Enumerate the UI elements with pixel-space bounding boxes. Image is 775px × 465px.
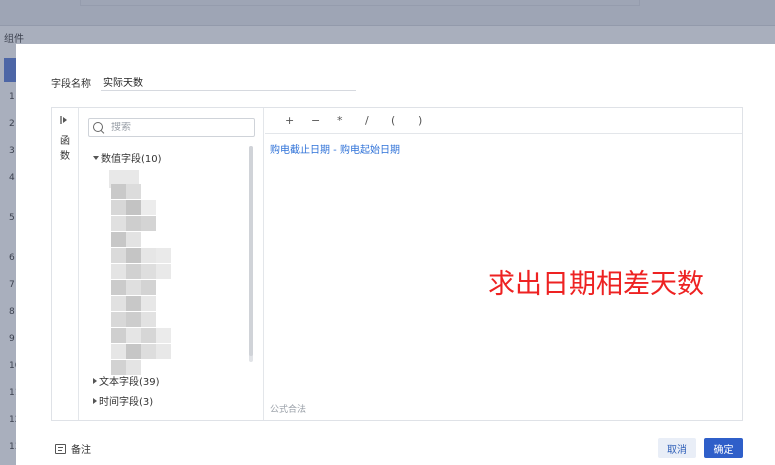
note-button[interactable]: 备注 (55, 441, 91, 456)
note-icon (55, 443, 66, 454)
operator-open-paren-button[interactable]: ( (391, 114, 395, 127)
cancel-button[interactable]: 取消 (658, 438, 696, 458)
operator-plus-button[interactable]: + (285, 114, 294, 127)
field-list-scroll-thumb[interactable] (249, 146, 253, 356)
group-numeric-fields[interactable]: 数值字段(10) (93, 150, 162, 165)
search-input[interactable] (111, 122, 251, 133)
field-name-label: 字段名称 (51, 78, 91, 90)
fields-panel: 数值字段(10) (79, 108, 264, 420)
group-time-fields[interactable]: 时间字段(3) (93, 393, 153, 408)
row-number: 1 (9, 92, 15, 102)
caret-right-icon (93, 377, 97, 384)
operator-bar: + − * / ( ) (265, 108, 742, 134)
functions-tab-label: 函数 (60, 136, 70, 162)
group-label: 数值字段(10) (101, 154, 162, 165)
row-number: 7 (9, 280, 15, 290)
formula-status: 公式合法 (270, 405, 307, 415)
confirm-button[interactable]: 确定 (704, 438, 743, 458)
group-label: 时间字段(3) (99, 397, 154, 408)
field-name-input[interactable] (101, 73, 356, 91)
field-name-row: 字段名称 (51, 73, 356, 91)
formula-expression[interactable]: 购电截止日期 - 购电起始日期 (270, 141, 400, 156)
obscured-field-list (109, 170, 189, 376)
formula-editor: 函数 数值字段(10) (51, 107, 743, 421)
row-number: 9 (9, 334, 15, 344)
row-number: 5 (9, 213, 15, 223)
group-label: 文本字段(39) (99, 377, 160, 388)
expand-right-icon (60, 115, 70, 125)
background-topbar-frame (80, 0, 640, 6)
formula-dialog: 字段名称 函数 数值字段(10) (16, 44, 775, 465)
row-number: 2 (9, 119, 15, 129)
formula-panel: + − * / ( ) 购电截止日期 - 购电起始日期 求出日期相差天数 公式合… (265, 108, 742, 420)
row-number: 6 (9, 253, 15, 263)
note-label: 备注 (71, 445, 91, 456)
operator-close-paren-button[interactable]: ) (418, 114, 422, 127)
annotation-text: 求出日期相差天数 (488, 269, 704, 300)
operator-divide-button[interactable]: / (365, 114, 369, 127)
row-number: 4 (9, 173, 15, 183)
row-number: 3 (9, 146, 15, 156)
operator-minus-button[interactable]: − (311, 114, 320, 127)
background-topbar (0, 0, 775, 26)
search-icon (93, 121, 105, 134)
field-search (88, 118, 255, 137)
caret-right-icon (93, 397, 97, 404)
group-text-fields[interactable]: 文本字段(39) (93, 373, 160, 388)
operator-multiply-button[interactable]: * (337, 114, 343, 127)
caret-down-icon (93, 155, 99, 160)
background-active-tab (4, 58, 16, 82)
background-section-label: 组件 (4, 34, 24, 45)
functions-tab[interactable]: 函数 (52, 108, 79, 420)
row-number: 8 (9, 307, 15, 317)
